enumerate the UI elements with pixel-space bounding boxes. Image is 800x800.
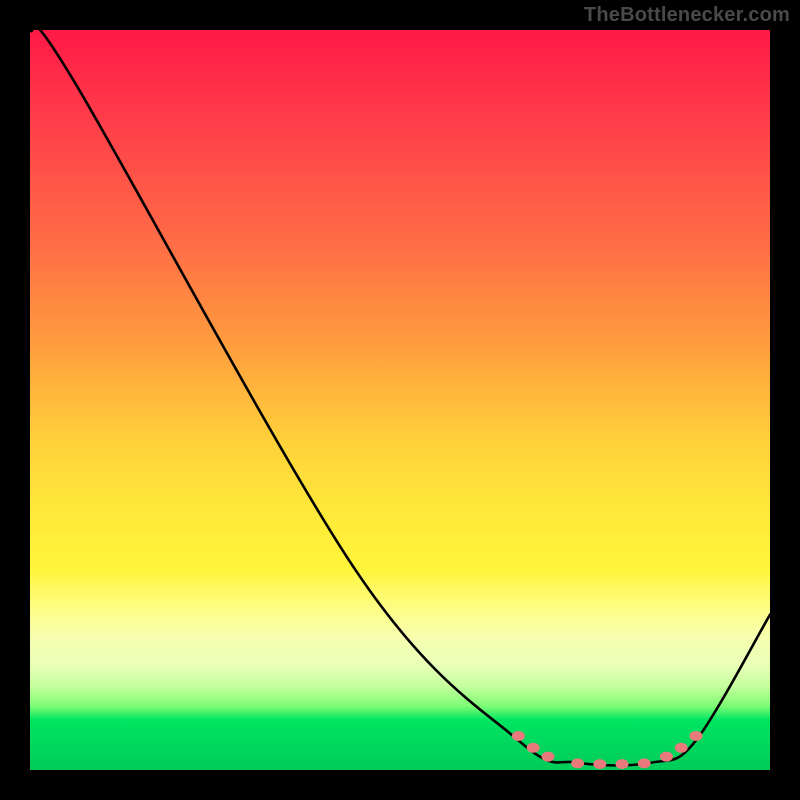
marker-dot: [660, 752, 673, 762]
chart-stage: TheBottlenecker.com: [0, 0, 800, 800]
curve-layer: [30, 30, 770, 770]
marker-dot: [593, 759, 606, 769]
watermark-text: TheBottlenecker.com: [584, 4, 790, 27]
bottleneck-curve: [30, 30, 770, 765]
marker-dot: [616, 759, 629, 769]
marker-dot: [527, 743, 540, 753]
marker-dot: [542, 752, 555, 762]
marker-dot: [512, 731, 525, 741]
marker-dot: [571, 758, 584, 768]
marker-dot: [690, 731, 703, 741]
marker-dot: [675, 743, 688, 753]
marker-group: [512, 731, 703, 769]
plot-area: [30, 30, 770, 770]
marker-dot: [638, 758, 651, 768]
